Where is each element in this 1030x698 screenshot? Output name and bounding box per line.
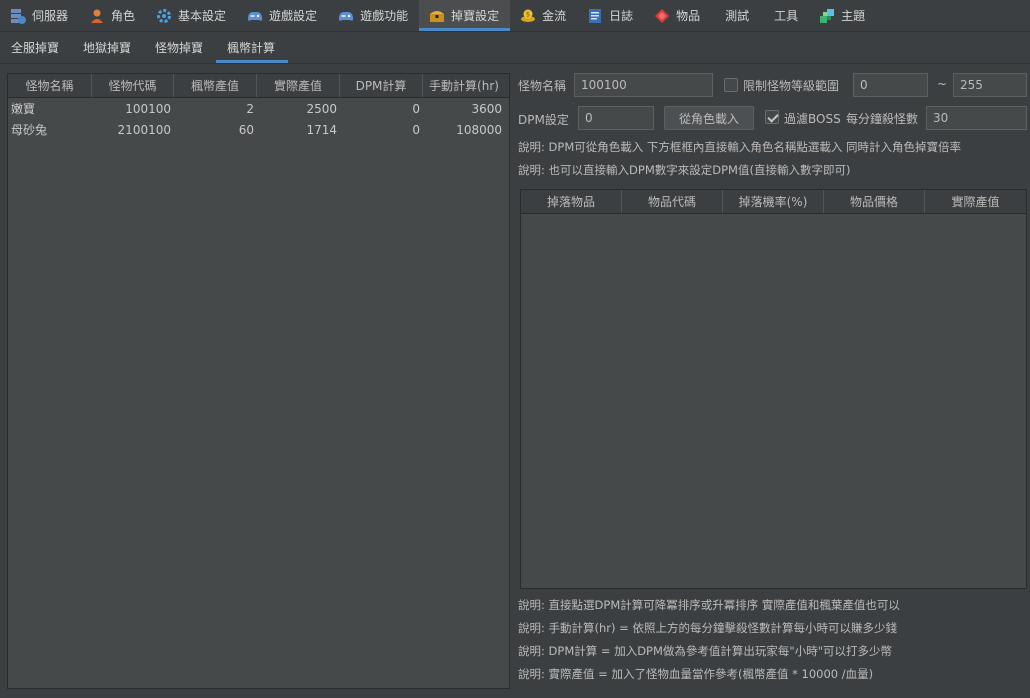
table-cell: 0 bbox=[412, 101, 420, 116]
note-manual-calc: 說明: 手動計算(hr) = 依照上方的每分鐘擊殺怪數計算每小時可以賺多少錢 bbox=[518, 621, 897, 635]
menu-tab-label: 伺服器 bbox=[32, 9, 69, 23]
monster-table[interactable]: 怪物名稱 怪物代碼 楓幣產值 實際產值 DPM計算 手動計算(hr) 嫩寶 100100 2 2… bbox=[7, 73, 510, 689]
dpm-label: DPM設定 bbox=[518, 113, 569, 127]
menu-tab-6[interactable]: $ 金流 bbox=[510, 0, 577, 31]
menu-tab-label: 遊戲設定 bbox=[269, 9, 318, 23]
gear-icon bbox=[156, 8, 172, 24]
menu-tab-4[interactable]: 遊戲功能 bbox=[328, 0, 419, 31]
table-cell: 108000 bbox=[456, 122, 502, 137]
treasure-icon bbox=[429, 8, 445, 24]
monster-table-column-header[interactable]: DPM計算 bbox=[340, 74, 423, 97]
drop-table-column-header[interactable]: 物品代碼 bbox=[622, 190, 723, 213]
table-cell: 60 bbox=[238, 122, 254, 137]
note-sorting: 說明: 直接點選DPM計算可降冪排序或升冪排序 實際產值和楓葉產值也可以 bbox=[518, 598, 900, 612]
monster-table-column-header[interactable]: 手動計算(hr) bbox=[423, 74, 505, 97]
drop-table-column-header[interactable]: 掉落機率(%) bbox=[723, 190, 824, 213]
note-dpm-load: 說明: DPM可從角色載入 下方框框內直接輸入角色名稱點選載入 同時計入角色掉寶… bbox=[518, 140, 962, 154]
item-icon bbox=[654, 8, 670, 24]
table-cell: 2 bbox=[246, 101, 254, 116]
level-range-separator: ~ bbox=[937, 77, 948, 91]
monster-table-column-header[interactable]: 楓幣產值 bbox=[174, 74, 257, 97]
monster-table-column-header[interactable]: 怪物名稱 bbox=[8, 74, 92, 97]
note-actual-value: 說明: 實際產值 = 加入了怪物血量當作參考(楓幣產值 * 10000 /血量) bbox=[518, 667, 874, 681]
menu-tab-label: 工具 bbox=[774, 9, 799, 23]
menu-tab-label: 測試 bbox=[725, 9, 750, 23]
gamepad-icon bbox=[247, 8, 263, 24]
drop-table-column-header[interactable]: 實際產值 bbox=[925, 190, 1026, 213]
monster-name-input[interactable]: 100100 bbox=[574, 73, 713, 97]
menu-tab-10[interactable]: 工具 bbox=[760, 0, 809, 31]
limit-level-label: 限制怪物等級範圍 bbox=[743, 79, 840, 93]
sub-tab-3[interactable]: 楓幣計算 bbox=[216, 32, 289, 63]
drop-table[interactable]: 掉落物品 物品代碼 掉落機率(%) 物品價格 實際產值 bbox=[520, 189, 1027, 589]
sub-tab-bar: 全服掉寶 地獄掉寶 怪物掉寶 楓幣計算 bbox=[0, 32, 1030, 64]
menu-tab-1[interactable]: 角色 bbox=[79, 0, 146, 31]
menu-tab-5[interactable]: 掉寶設定 bbox=[419, 0, 511, 31]
menu-tab-label: 金流 bbox=[542, 9, 567, 23]
sub-tab-0[interactable]: 全服掉寶 bbox=[0, 32, 72, 63]
limit-level-checkbox[interactable] bbox=[724, 78, 738, 92]
level-min-input[interactable]: 0 bbox=[853, 73, 928, 97]
table-cell: 3600 bbox=[471, 101, 502, 116]
table-row[interactable]: 嫩寶 100100 2 2500 0 3600 bbox=[8, 98, 509, 119]
kills-per-minute-input[interactable]: 30 bbox=[926, 106, 1027, 130]
log-icon bbox=[587, 8, 603, 24]
dpm-input[interactable]: 0 bbox=[578, 106, 654, 130]
table-cell: 1714 bbox=[306, 122, 337, 137]
person-icon bbox=[89, 8, 105, 24]
load-from-character-button[interactable]: 從角色載入 bbox=[664, 106, 754, 130]
server-icon bbox=[10, 8, 26, 24]
menu-tab-label: 日誌 bbox=[609, 9, 634, 23]
monster-table-column-header[interactable]: 怪物代碼 bbox=[92, 74, 174, 97]
svg-text:$: $ bbox=[526, 10, 530, 18]
monster-name-label: 怪物名稱 bbox=[518, 79, 567, 93]
menu-tab-9[interactable]: 測試 bbox=[711, 0, 760, 31]
table-cell: 母砂兔 bbox=[11, 123, 48, 137]
table-cell: 2100100 bbox=[117, 122, 171, 137]
palette-icon bbox=[819, 8, 835, 24]
menu-tab-label: 掉寶設定 bbox=[451, 9, 500, 23]
menu-tab-label: 角色 bbox=[111, 9, 136, 23]
monster-table-header: 怪物名稱 怪物代碼 楓幣產值 實際產值 DPM計算 手動計算(hr) bbox=[8, 74, 509, 98]
menu-tab-label: 主題 bbox=[841, 9, 866, 23]
menu-tab-7[interactable]: 日誌 bbox=[577, 0, 644, 31]
gamepad-icon bbox=[338, 8, 354, 24]
sub-tab-2[interactable]: 怪物掉寶 bbox=[144, 32, 216, 63]
drop-table-column-header[interactable]: 掉落物品 bbox=[521, 190, 622, 213]
menu-tab-11[interactable]: 主題 bbox=[809, 0, 876, 31]
monster-table-body: 嫩寶 100100 2 2500 0 3600 母砂兔 2100100 60 1714 0 10800… bbox=[8, 98, 509, 140]
level-max-input[interactable]: 255 bbox=[953, 73, 1027, 97]
note-dpm-direct: 說明: 也可以直接輸入DPM數字來設定DPM值(直接輸入數字即可) bbox=[518, 163, 851, 177]
filter-boss-label: 過濾BOSS bbox=[784, 112, 841, 126]
main-menu-bar: 伺服器 角色 基本設定 遊戲設定 遊戲功能 掉寶設定 $ 金流 日誌 物品 測試 工具 主題 bbox=[0, 0, 1030, 32]
table-row[interactable]: 母砂兔 2100100 60 1714 0 108000 bbox=[8, 119, 509, 140]
menu-tab-2[interactable]: 基本設定 bbox=[146, 0, 237, 31]
kills-per-minute-label: 每分鐘殺怪數 bbox=[846, 112, 919, 126]
monster-table-column-header[interactable]: 實際產值 bbox=[257, 74, 340, 97]
table-cell: 嫩寶 bbox=[11, 102, 36, 116]
coin-icon: $ bbox=[520, 8, 536, 24]
menu-tab-0[interactable]: 伺服器 bbox=[0, 0, 79, 31]
table-cell: 2500 bbox=[306, 101, 337, 116]
menu-tab-8[interactable]: 物品 bbox=[644, 0, 711, 31]
drop-table-header: 掉落物品 物品代碼 掉落機率(%) 物品價格 實際產值 bbox=[521, 190, 1026, 214]
filter-boss-checkbox[interactable] bbox=[765, 110, 779, 124]
note-dpm-calc: 說明: DPM計算 = 加入DPM做為參考值計算出玩家每"小時"可以打多少幣 bbox=[518, 644, 892, 658]
menu-tab-label: 遊戲功能 bbox=[360, 9, 409, 23]
table-cell: 0 bbox=[412, 122, 420, 137]
menu-tab-label: 物品 bbox=[676, 9, 701, 23]
sub-tab-1[interactable]: 地獄掉寶 bbox=[72, 32, 144, 63]
drop-table-column-header[interactable]: 物品價格 bbox=[824, 190, 925, 213]
menu-tab-label: 基本設定 bbox=[178, 9, 227, 23]
menu-tab-3[interactable]: 遊戲設定 bbox=[237, 0, 328, 31]
table-cell: 100100 bbox=[125, 101, 171, 116]
